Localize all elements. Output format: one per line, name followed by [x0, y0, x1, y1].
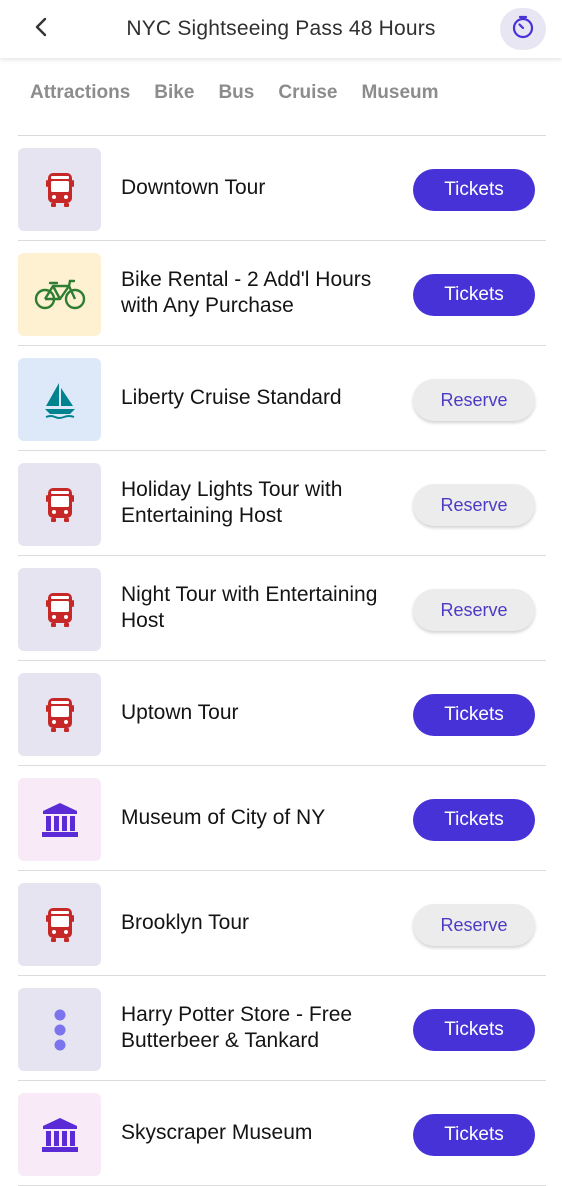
item-thumbnail	[18, 148, 101, 231]
item-thumbnail	[18, 568, 101, 651]
item-thumbnail	[18, 358, 101, 441]
item-thumbnail	[18, 988, 101, 1071]
timer-button[interactable]	[500, 8, 546, 50]
list-item[interactable]: Brooklyn Tour Reserve	[18, 871, 546, 976]
reserve-button[interactable]: Reserve	[413, 904, 535, 946]
list-item[interactable]: Uptown Tour Tickets	[18, 661, 546, 766]
tickets-button[interactable]: Tickets	[413, 169, 535, 211]
item-title: Night Tour with Entertaining Host	[121, 583, 378, 632]
list-item[interactable]: Night Tour with Entertaining Host Reserve	[18, 556, 546, 661]
app-header: NYC Sightseeing Pass 48 Hours	[0, 0, 562, 58]
list-item[interactable]: Liberty Cruise Standard Reserve	[18, 346, 546, 451]
item-thumbnail	[18, 1093, 101, 1176]
tickets-button[interactable]: Tickets	[413, 799, 535, 841]
list-item[interactable]: Bike Rental - 2 Add'l Hours with Any Pur…	[18, 241, 546, 346]
tab-bus[interactable]: Bus	[218, 80, 254, 106]
item-thumbnail	[18, 673, 101, 756]
reserve-button[interactable]: Reserve	[413, 379, 535, 421]
item-title: Harry Potter Store - Free Butterbeer & T…	[121, 1003, 353, 1052]
item-title: Holiday Lights Tour with Entertaining Ho…	[121, 478, 343, 527]
page-title: NYC Sightseeing Pass 48 Hours	[126, 17, 436, 40]
sailboat-icon	[42, 380, 78, 420]
museum-icon	[40, 801, 80, 839]
reserve-button[interactable]: Reserve	[413, 589, 535, 631]
list-item[interactable]: Harry Potter Store - Free Butterbeer & T…	[18, 976, 546, 1081]
attraction-list: Downtown Tour Tickets Bike Rental - 2 Add…	[18, 135, 546, 1186]
bike-icon	[33, 279, 87, 311]
bus-icon	[43, 485, 77, 525]
chevron-left-icon	[30, 15, 54, 44]
tab-museum[interactable]: Museum	[361, 80, 438, 106]
item-thumbnail	[18, 778, 101, 861]
tickets-button[interactable]: Tickets	[413, 694, 535, 736]
item-title: Museum of City of NY	[121, 806, 326, 829]
item-title: Downtown Tour	[121, 176, 266, 199]
tab-cruise[interactable]: Cruise	[278, 80, 337, 106]
tickets-button[interactable]: Tickets	[413, 1114, 535, 1156]
museum-icon	[40, 1116, 80, 1154]
list-item[interactable]: Downtown Tour Tickets	[18, 136, 546, 241]
item-title: Bike Rental - 2 Add'l Hours with Any Pur…	[121, 268, 372, 317]
category-tabs: Attractions Bike Bus Cruise Museum	[30, 80, 439, 106]
tab-bike[interactable]: Bike	[154, 80, 194, 106]
back-button[interactable]	[22, 9, 62, 49]
tickets-button[interactable]: Tickets	[413, 1009, 535, 1051]
tab-attractions[interactable]: Attractions	[30, 80, 130, 106]
reserve-button[interactable]: Reserve	[413, 484, 535, 526]
item-thumbnail	[18, 463, 101, 546]
item-title: Uptown Tour	[121, 701, 239, 724]
bus-icon	[43, 170, 77, 210]
item-thumbnail	[18, 253, 101, 336]
list-item[interactable]: Holiday Lights Tour with Entertaining Ho…	[18, 451, 546, 556]
bus-icon	[43, 695, 77, 735]
item-thumbnail	[18, 883, 101, 966]
list-item[interactable]: Museum of City of NY Tickets	[18, 766, 546, 871]
more-dots-icon	[52, 1008, 68, 1052]
bus-icon	[43, 905, 77, 945]
list-item[interactable]: Skyscraper Museum Tickets	[18, 1081, 546, 1186]
item-title: Brooklyn Tour	[121, 911, 250, 934]
bus-icon	[43, 590, 77, 630]
tickets-button[interactable]: Tickets	[413, 274, 535, 316]
timer-icon	[510, 14, 536, 45]
item-title: Skyscraper Museum	[121, 1121, 313, 1144]
item-title: Liberty Cruise Standard	[121, 386, 342, 409]
